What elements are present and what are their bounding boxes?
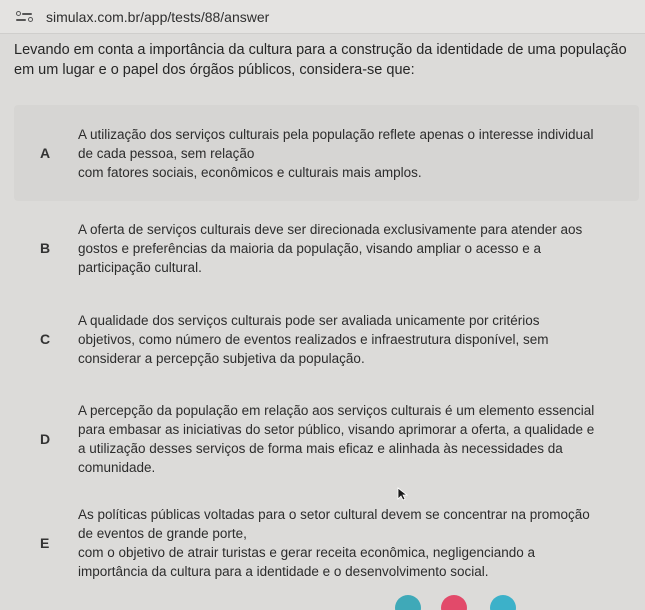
- option-line: a utilização desses serviços de forma ma…: [78, 441, 563, 456]
- question-stem: Levando em conta a importância da cultur…: [14, 40, 639, 80]
- decor-circle: [441, 595, 467, 610]
- decor-circle: [490, 595, 516, 610]
- option-line: A utilização dos serviços culturais pela…: [78, 126, 594, 142]
- decor-circle: [395, 595, 421, 610]
- option-c[interactable]: C A qualidade dos serviços culturais pod…: [14, 295, 639, 383]
- url-text[interactable]: simulax.com.br/app/tests/88/answer: [46, 9, 269, 25]
- option-text: A percepção da população em relação aos …: [78, 401, 594, 477]
- option-letter: B: [40, 240, 51, 256]
- option-line: comunidade.: [78, 460, 156, 475]
- option-line: com fatores sociais, econômicos e cultur…: [78, 164, 422, 180]
- question-line: Levando em conta a importância da cultur…: [14, 42, 627, 58]
- option-line: As políticas públicas voltadas para o se…: [78, 506, 590, 522]
- option-line: A percepção da população em relação aos …: [78, 403, 595, 418]
- option-line: importância da cultura para a identidade…: [78, 563, 489, 579]
- option-line: A oferta de serviços culturais deve ser …: [78, 221, 583, 237]
- option-e[interactable]: E As políticas públicas voltadas para o …: [14, 495, 639, 590]
- option-line: A qualidade dos serviços culturais pode …: [78, 312, 540, 328]
- mouse-pointer-icon: [397, 487, 409, 501]
- option-text: As políticas públicas voltadas para o se…: [78, 505, 590, 581]
- option-b[interactable]: B A oferta de serviços culturais deve se…: [14, 205, 639, 291]
- option-line: participação cultural.: [78, 259, 202, 275]
- option-line: objetivos, como número de eventos realiz…: [78, 331, 549, 347]
- option-line: gostos e preferências da maioria da popu…: [78, 240, 542, 256]
- option-letter: E: [40, 534, 50, 551]
- option-letter: C: [40, 331, 51, 347]
- option-a[interactable]: A A utilização dos serviços culturais pe…: [14, 105, 639, 201]
- option-line: de eventos de grande porte,: [78, 525, 247, 541]
- site-settings-icon[interactable]: [16, 10, 34, 24]
- option-text: A utilização dos serviços culturais pela…: [78, 125, 594, 182]
- address-bar[interactable]: simulax.com.br/app/tests/88/answer: [0, 0, 645, 34]
- answer-options: A A utilização dos serviços culturais pe…: [14, 105, 639, 594]
- option-line: de cada pessoa, sem relação: [78, 145, 255, 161]
- question-line: em um lugar e o papel dos órgãos público…: [14, 62, 415, 78]
- option-letter: A: [40, 145, 51, 161]
- option-line: considerar a percepção subjetiva da popu…: [78, 350, 365, 366]
- bottom-decorations: [395, 593, 535, 610]
- option-text: A qualidade dos serviços culturais pode …: [78, 311, 549, 368]
- option-line: com o objetivo de atrair turistas e gera…: [78, 544, 536, 560]
- option-text: A oferta de serviços culturais deve ser …: [78, 220, 582, 277]
- option-letter: D: [40, 431, 51, 447]
- option-d[interactable]: D A percepção da população em relação ao…: [14, 387, 639, 491]
- option-line: para embasar as iniciativas do setor púb…: [78, 422, 595, 437]
